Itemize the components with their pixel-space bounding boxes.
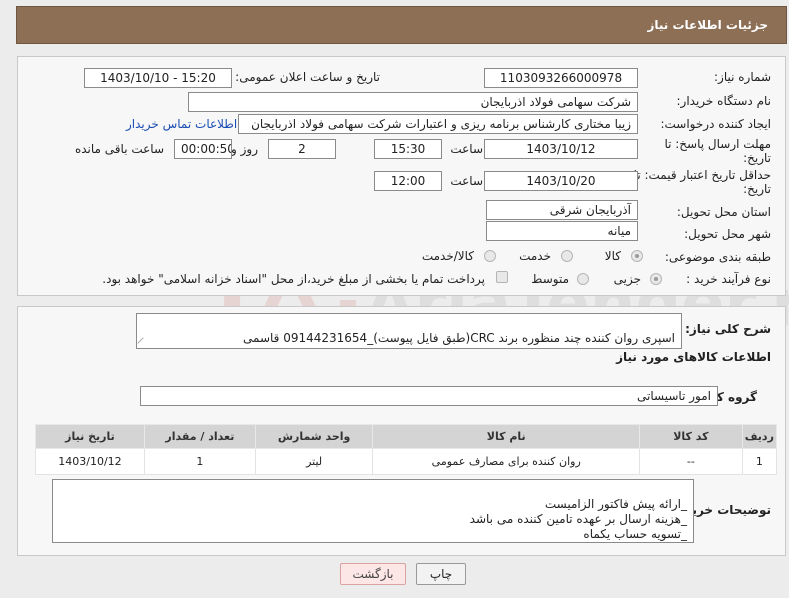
- treasury-checkbox[interactable]: [496, 271, 508, 283]
- category-radio-goods[interactable]: [631, 250, 643, 262]
- cell-code: --: [639, 448, 743, 475]
- goods-info-title: اطلاعات کالاهای مورد نیاز: [616, 350, 771, 364]
- days-label: روز و: [231, 142, 258, 156]
- buyer-label: نام دستگاه خریدار:: [676, 94, 772, 108]
- goods-table-header: ردیف کد کالا نام کالا واحد شمارش تعداد /…: [35, 424, 778, 449]
- col-unit: واحد شمارش: [254, 424, 374, 449]
- buyer-notes-text: _ارائه پیش فاکتور الزامیست _هزینه ارسال …: [469, 497, 687, 541]
- announce-field[interactable]: 1403/10/10 - 15:20: [84, 68, 232, 88]
- category-option-goods: کالا: [604, 249, 621, 263]
- validity-date-field[interactable]: 1403/10/20: [484, 171, 638, 191]
- category-option-goods-service: کالا/خدمت: [421, 249, 474, 263]
- page-header: جزئیات اطلاعات نیاز: [16, 6, 787, 44]
- need-info-panel: شماره نیاز: 1103093266000978 تاریخ و ساع…: [17, 56, 786, 296]
- table-row[interactable]: 1 -- روان کننده برای مصارف عمومی لیتر 1 …: [35, 448, 778, 475]
- province-label: استان محل تحویل:: [676, 205, 771, 219]
- cell-unit: لیتر: [254, 448, 374, 475]
- process-option-medium: متوسط: [531, 272, 569, 286]
- need-number-label: شماره نیاز:: [714, 70, 771, 84]
- validity-time-field[interactable]: 12:00: [374, 171, 442, 191]
- remaining-label: ساعت باقی مانده: [74, 142, 164, 156]
- days-field[interactable]: 2: [268, 139, 336, 159]
- description-text: اسپری روان کننده چند منظوره برند CRC(طبق…: [243, 331, 675, 345]
- cell-quantity: 1: [143, 448, 256, 475]
- goods-group-field[interactable]: امور تاسیساتی: [140, 386, 718, 406]
- treasury-payment-note: پرداخت تمام یا بخشی از مبلغ خرید،از محل …: [102, 272, 485, 286]
- category-radio-goods-service[interactable]: [484, 250, 496, 262]
- category-label: طبقه بندی موضوعی:: [664, 250, 771, 264]
- description-field[interactable]: اسپری روان کننده چند منظوره برند CRC(طبق…: [136, 313, 682, 349]
- cell-name: روان کننده برای مصارف عمومی: [372, 448, 641, 475]
- goods-table: ردیف کد کالا نام کالا واحد شمارش تعداد /…: [35, 424, 778, 475]
- city-field[interactable]: میانه: [486, 221, 638, 241]
- city-label: شهر محل تحویل:: [684, 227, 771, 241]
- col-row: ردیف: [741, 424, 778, 449]
- creator-field[interactable]: زیبا مختاری کارشناس برنامه ریزی و اعتبار…: [238, 114, 638, 134]
- contact-buyer-link[interactable]: اطلاعات تماس خریدار: [126, 117, 237, 131]
- buyer-field[interactable]: شرکت سهامی فولاد اذربایجان: [188, 92, 638, 112]
- col-name: نام کالا: [372, 424, 641, 449]
- creator-label: ایجاد کننده درخواست:: [660, 117, 771, 131]
- process-label: نوع فرآیند خرید :: [686, 272, 771, 286]
- category-radio-service[interactable]: [561, 250, 573, 262]
- buyer-notes-field[interactable]: _ارائه پیش فاکتور الزامیست _هزینه ارسال …: [52, 479, 694, 543]
- validity-label-2: تاریخ:: [743, 182, 771, 196]
- deadline-label-2: تاریخ:: [743, 151, 771, 165]
- deadline-time-label: ساعت: [450, 142, 483, 156]
- resize-handle-icon[interactable]: [137, 337, 149, 348]
- col-code: کد کالا: [639, 424, 743, 449]
- description-label: شرح کلی نیاز:: [685, 322, 771, 336]
- cell-need-date: 1403/10/12: [35, 448, 145, 475]
- need-details-panel: شرح کلی نیاز: اسپری روان کننده چند منظور…: [17, 306, 786, 556]
- process-option-minor: جزیی: [613, 272, 641, 286]
- process-radio-minor[interactable]: [650, 273, 662, 285]
- deadline-time-field[interactable]: 15:30: [374, 139, 442, 159]
- cell-row: 1: [741, 448, 778, 475]
- remaining-time-field[interactable]: 00:00:50: [174, 139, 232, 159]
- col-quantity: تعداد / مقدار: [143, 424, 256, 449]
- validity-time-label: ساعت: [450, 174, 483, 188]
- back-button[interactable]: بازگشت: [340, 563, 406, 585]
- need-number-field[interactable]: 1103093266000978: [484, 68, 638, 88]
- process-radio-medium[interactable]: [577, 273, 589, 285]
- print-button[interactable]: چاپ: [416, 563, 466, 585]
- col-need-date: تاریخ نیاز: [35, 424, 145, 449]
- category-option-service: خدمت: [519, 249, 551, 263]
- validity-label-1: حداقل تاریخ اعتبار قیمت: تا: [633, 168, 771, 182]
- announce-label: تاریخ و ساعت اعلان عمومی:: [235, 70, 380, 84]
- deadline-label-1: مهلت ارسال پاسخ: تا: [664, 137, 771, 151]
- province-field[interactable]: آذربایجان شرقی: [486, 200, 638, 220]
- deadline-date-field[interactable]: 1403/10/12: [484, 139, 638, 159]
- page-title: جزئیات اطلاعات نیاز: [647, 18, 768, 32]
